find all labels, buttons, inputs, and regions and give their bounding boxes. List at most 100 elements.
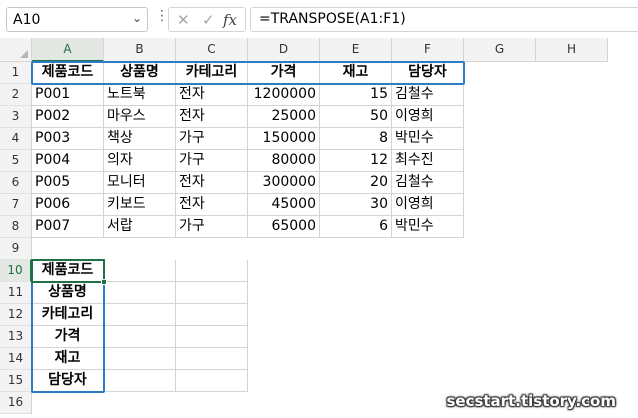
transposed-cell[interactable]: 제품코드	[32, 260, 104, 282]
table-cell[interactable]: 8	[320, 128, 392, 150]
table-cell[interactable]: 15	[320, 84, 392, 106]
table-cell[interactable]: 박민수	[392, 128, 464, 150]
table-cell[interactable]: P007	[32, 216, 104, 238]
table-header-cell[interactable]: 카테고리	[176, 62, 248, 84]
empty-cell[interactable]	[176, 370, 248, 392]
row-header-11[interactable]: 11	[0, 282, 32, 304]
table-cell[interactable]: 80000	[248, 150, 320, 172]
formula-input[interactable]: =TRANSPOSE(A1:F1)	[250, 7, 638, 32]
table-cell[interactable]: P005	[32, 172, 104, 194]
row-header-5[interactable]: 5	[0, 150, 32, 172]
table-cell[interactable]: P002	[32, 106, 104, 128]
table-cell[interactable]: 12	[320, 150, 392, 172]
table-cell[interactable]: 가구	[176, 150, 248, 172]
empty-cell[interactable]	[104, 260, 176, 282]
table-cell[interactable]: 150000	[248, 128, 320, 150]
column-header-h[interactable]: H	[536, 38, 608, 62]
select-all-corner[interactable]	[0, 38, 32, 62]
table-cell[interactable]: 전자	[176, 172, 248, 194]
transposed-cell[interactable]: 담당자	[32, 370, 104, 392]
column-header-f[interactable]: F	[392, 38, 464, 62]
column-header-c[interactable]: C	[176, 38, 248, 62]
row-header-6[interactable]: 6	[0, 172, 32, 194]
table-cell[interactable]: 최수진	[392, 150, 464, 172]
table-cell[interactable]: 전자	[176, 106, 248, 128]
table-cell[interactable]: 박민수	[392, 216, 464, 238]
vertical-dots-icon[interactable]: ⋮	[155, 8, 169, 24]
empty-cell[interactable]	[176, 304, 248, 326]
table-cell[interactable]: 모니터	[104, 172, 176, 194]
table-cell[interactable]: 서랍	[104, 216, 176, 238]
table-cell[interactable]: 이영희	[392, 194, 464, 216]
table-header-cell[interactable]: 가격	[248, 62, 320, 84]
transposed-cell[interactable]: 카테고리	[32, 304, 104, 326]
row-header-10[interactable]: 10	[0, 260, 32, 282]
row-header-14[interactable]: 14	[0, 348, 32, 370]
empty-cell[interactable]	[104, 326, 176, 348]
table-cell[interactable]: 45000	[248, 194, 320, 216]
table-cell[interactable]: P004	[32, 150, 104, 172]
empty-cell[interactable]	[104, 370, 176, 392]
table-cell[interactable]: 김철수	[392, 172, 464, 194]
table-cell[interactable]: 30	[320, 194, 392, 216]
table-header-cell[interactable]: 상품명	[104, 62, 176, 84]
table-header-cell[interactable]: 제품코드	[32, 62, 104, 84]
row-header-15[interactable]: 15	[0, 370, 32, 392]
transposed-cell[interactable]: 가격	[32, 326, 104, 348]
transposed-cell[interactable]: 상품명	[32, 282, 104, 304]
table-header-cell[interactable]: 재고	[320, 62, 392, 84]
table-cell[interactable]: 키보드	[104, 194, 176, 216]
table-cell[interactable]: 가구	[176, 128, 248, 150]
table-cell[interactable]: 이영희	[392, 106, 464, 128]
table-cell[interactable]: P006	[32, 194, 104, 216]
empty-cell[interactable]	[104, 282, 176, 304]
row-header-7[interactable]: 7	[0, 194, 32, 216]
table-cell[interactable]: 50	[320, 106, 392, 128]
row-header-3[interactable]: 3	[0, 106, 32, 128]
column-header-a[interactable]: A	[32, 38, 104, 62]
table-cell[interactable]: 책상	[104, 128, 176, 150]
table-cell[interactable]: 전자	[176, 194, 248, 216]
table-cell[interactable]: P001	[32, 84, 104, 106]
table-cell[interactable]: 노트북	[104, 84, 176, 106]
column-header-g[interactable]: G	[464, 38, 536, 62]
column-header-e[interactable]: E	[320, 38, 392, 62]
table-cell[interactable]: 6	[320, 216, 392, 238]
name-box[interactable]: A10 ⌄	[6, 7, 148, 32]
table-cell[interactable]: 300000	[248, 172, 320, 194]
empty-cell[interactable]	[176, 260, 248, 282]
table-cell[interactable]: 가구	[176, 216, 248, 238]
insert-function-icon[interactable]: fx	[223, 11, 237, 29]
row-header-16[interactable]: 16	[0, 392, 32, 414]
row-header-2[interactable]: 2	[0, 84, 32, 106]
row-header-13[interactable]: 13	[0, 326, 32, 348]
empty-cell[interactable]	[176, 282, 248, 304]
column-header-b[interactable]: B	[104, 38, 176, 62]
table-cell[interactable]: 1200000	[248, 84, 320, 106]
row-header-9[interactable]: 9	[0, 238, 32, 260]
row-header-12[interactable]: 12	[0, 304, 32, 326]
confirm-icon[interactable]: ✓	[202, 11, 215, 29]
transposed-cell[interactable]: 재고	[32, 348, 104, 370]
table-cell[interactable]: 20	[320, 172, 392, 194]
table-cell[interactable]: 의자	[104, 150, 176, 172]
empty-cell[interactable]	[176, 348, 248, 370]
table-cell[interactable]: P003	[32, 128, 104, 150]
empty-cell[interactable]	[176, 326, 248, 348]
table-cell[interactable]: 김철수	[392, 84, 464, 106]
table-header-cell[interactable]: 담당자	[392, 62, 464, 84]
row-header-1[interactable]: 1	[0, 62, 32, 84]
table-cell[interactable]: 25000	[248, 106, 320, 128]
name-box-value: A10	[13, 12, 41, 28]
empty-cell[interactable]	[104, 348, 176, 370]
row-header-8[interactable]: 8	[0, 216, 32, 238]
table-cell[interactable]: 65000	[248, 216, 320, 238]
row-header-4[interactable]: 4	[0, 128, 32, 150]
fill-handle[interactable]	[101, 279, 107, 285]
table-cell[interactable]: 마우스	[104, 106, 176, 128]
empty-cell[interactable]	[104, 304, 176, 326]
column-header-d[interactable]: D	[248, 38, 320, 62]
chevron-down-icon[interactable]: ⌄	[132, 11, 142, 25]
cancel-icon[interactable]: ✕	[177, 11, 190, 29]
table-cell[interactable]: 전자	[176, 84, 248, 106]
